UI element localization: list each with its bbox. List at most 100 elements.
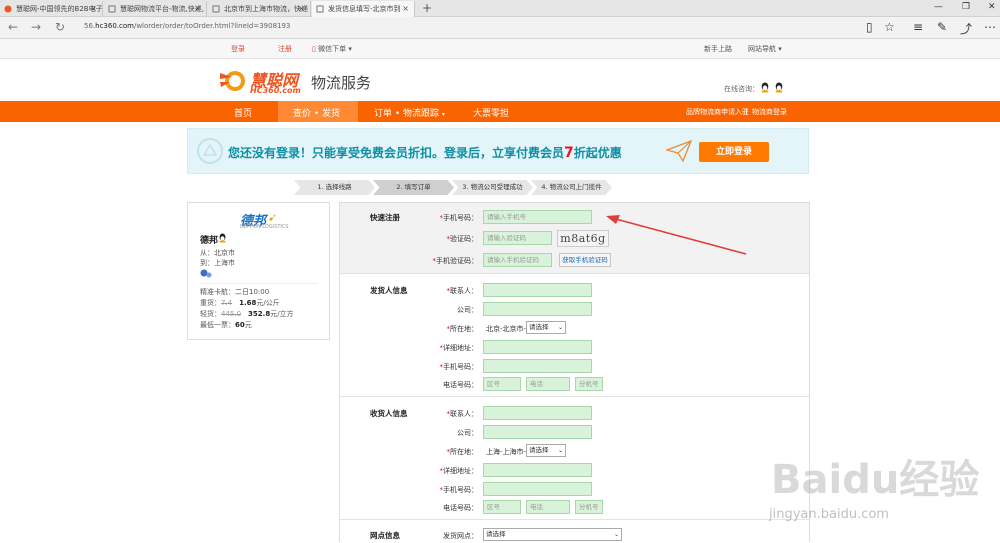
mobile-label: *手机号码： [439,363,479,371]
watermark-text: Baidu经验 [771,457,980,503]
sender-ext-input[interactable]: 分机号 [575,377,603,391]
nav-home[interactable]: 首页 [234,106,252,119]
outlet-select[interactable]: 请选择 ⌄ [483,528,622,541]
decor-circle-icon [197,138,223,164]
close-window-icon[interactable]: ✕ [988,2,996,12]
browser-tab[interactable]: 北京市到上海市物流，快递 × [208,1,311,17]
company-label: 公司： [457,429,478,437]
receiver-ext-input[interactable]: 分机号 [575,500,603,514]
web-note-icon[interactable]: ✎ [937,20,947,34]
sender-contact-input[interactable] [483,283,592,297]
address-label: *详细地址： [439,467,479,475]
code-label: *验证码： [446,235,479,243]
close-tab-icon[interactable]: × [298,4,305,13]
reading-view-icon[interactable]: ▯ [866,20,873,34]
browser-tab-bar: 慧聪网-中国领先的B2B电子 × 慧聪网物流平台-物流,快递, × 北京市到上海… [0,0,1000,17]
nav-bid[interactable]: 大票零担 [473,106,509,119]
site-header: 慧聪网 HC360.com 物流服务 在线咨询： [0,59,1000,101]
main-nav: 首页 查价 • 发货 订单 • 物流跟踪 ▾ 大票零担 品牌物流商申请入驻 | … [0,101,1000,122]
site-top-bar: 登录 注册 ▯ 微信下单 ▾ 新手上路 网站导航 ▾ [0,39,1000,59]
chevron-down-icon: ⌄ [613,531,619,538]
minimize-icon[interactable]: — [934,2,943,12]
close-tab-icon[interactable]: × [194,4,201,13]
heavy-price: 重货：7.4 1.68元/公斤 [200,299,280,307]
receiver-company-input[interactable] [483,425,592,439]
refresh-icon[interactable]: ↻ [55,20,65,34]
service-time: 精准卡航：二日10:00 [200,288,270,296]
newbie-link[interactable]: 新手上路 [704,44,732,54]
favorite-star-icon[interactable]: ☆ [884,20,895,34]
share-icon[interactable]: ⤴ [960,20,972,37]
sender-district-select[interactable]: 请选择 ⌄ [526,321,566,334]
browser-tab[interactable]: 慧聪网-中国领先的B2B电子 × [0,1,103,17]
nav-quote-ship[interactable]: 查价 • 发货 [293,106,340,119]
back-icon[interactable]: ← [8,20,18,34]
sms-code-label: *手机验证码： [432,257,479,265]
receiver-section: 收货人信息 *联系人： 公司： *所在地： 上海-上海市- 请选择 ⌄ *详细地址… [340,397,809,520]
register-link[interactable]: 注册 [278,44,292,54]
section-title: 快速注册 [370,213,400,222]
more-icon[interactable]: ⋯ [984,20,996,34]
qq-icon[interactable] [760,82,770,93]
service-title: 物流服务 [311,74,372,92]
hc360-favicon-icon [4,5,12,13]
close-tab-icon[interactable]: × [402,4,409,13]
receiver-tel-input[interactable]: 电话 [526,500,570,514]
light-price: 轻货：445.0 352.8元/立方 [200,310,294,318]
receiver-area-code-input[interactable]: 区号 [483,500,521,514]
receiver-contact-input[interactable] [483,406,592,420]
receiver-address-input[interactable] [483,463,592,477]
min-charge: 最低一票：60元 [200,321,252,329]
route-from: 从：北京市 [200,249,235,257]
watermark-url: jingyan.baidu.com [769,507,889,522]
captcha-input[interactable]: 请输入验证码 [483,231,552,245]
nav-divider: | [745,107,748,115]
qq-icon[interactable] [218,233,227,243]
tel-label: 电话号码： [443,381,478,389]
browser-tab[interactable]: 慧聪网物流平台-物流,快递, × [104,1,207,17]
deppon-swoosh-icon: ➹ [268,211,278,224]
baidu-watermark: Baidu经验 jingyan.baidu.com [767,447,997,539]
new-tab-icon[interactable]: + [422,1,432,15]
sender-company-input[interactable] [483,302,592,316]
sender-mobile-input[interactable] [483,359,592,373]
login-now-button[interactable]: 立即登录 [699,142,769,162]
nav-join-link[interactable]: 品牌物流商申请入驻 [686,107,749,117]
section-title: 收货人信息 [370,409,408,418]
company-label: 公司： [457,306,478,314]
register-phone-input[interactable]: 请输入手机号 [483,210,592,224]
close-tab-icon[interactable]: × [90,4,97,13]
receiver-district-select[interactable]: 请选择 ⌄ [526,444,566,457]
mobile-label: *手机号码： [439,486,479,494]
page-favicon-icon [212,5,220,13]
promo-message: 您还没有登录！只能享受免费会员折扣。登录后，立享付费会员7折起优惠 [228,145,622,161]
sender-address-input[interactable] [483,340,592,354]
address-label: *详细地址： [439,344,479,352]
sms-code-input[interactable]: 请输入手机验证码 [483,253,552,267]
step-pickup: 4. 物流公司上门揽件 [531,180,612,195]
restore-icon[interactable]: ❐ [962,2,970,12]
url-field[interactable]: 56.hc360.com/wlorder/order/toOrder.html?… [84,22,290,30]
sender-section: 发货人信息 *联系人： 公司： *所在地： 北京-北京市- 请选择 ⌄ *详细地址… [340,274,809,397]
nav-order-track[interactable]: 订单 • 物流跟踪 ▾ [374,106,445,119]
hc360-logo-icon[interactable] [218,67,248,93]
login-link[interactable]: 登录 [231,44,245,54]
location-label: *所在地： [446,325,479,333]
forward-icon[interactable]: → [31,20,41,34]
hub-icon[interactable]: ≡ [913,20,923,34]
annotation-arrow-icon [606,215,747,255]
section-title: 网点信息 [370,531,400,540]
route-to: 到：上海市 [200,259,235,267]
insurance-icon [200,269,212,278]
qq-icon[interactable] [774,82,784,93]
receiver-mobile-input[interactable] [483,482,592,496]
nav-logistics-login[interactable]: 物流商登录 [752,107,787,117]
chevron-down-icon: ⌄ [557,447,563,454]
site-nav-link[interactable]: 网站导航 ▾ [748,44,782,54]
sender-tel-input[interactable]: 电话 [526,377,570,391]
sender-area-code-input[interactable]: 区号 [483,377,521,391]
browser-tab-active[interactable]: 发货信息填写-北京市到 × [312,1,415,17]
online-service-label: 在线咨询： [724,85,759,93]
tab-title: 慧聪网物流平台-物流,快递, [120,5,204,13]
wechat-order-link[interactable]: ▯ 微信下单 ▾ [312,44,352,54]
